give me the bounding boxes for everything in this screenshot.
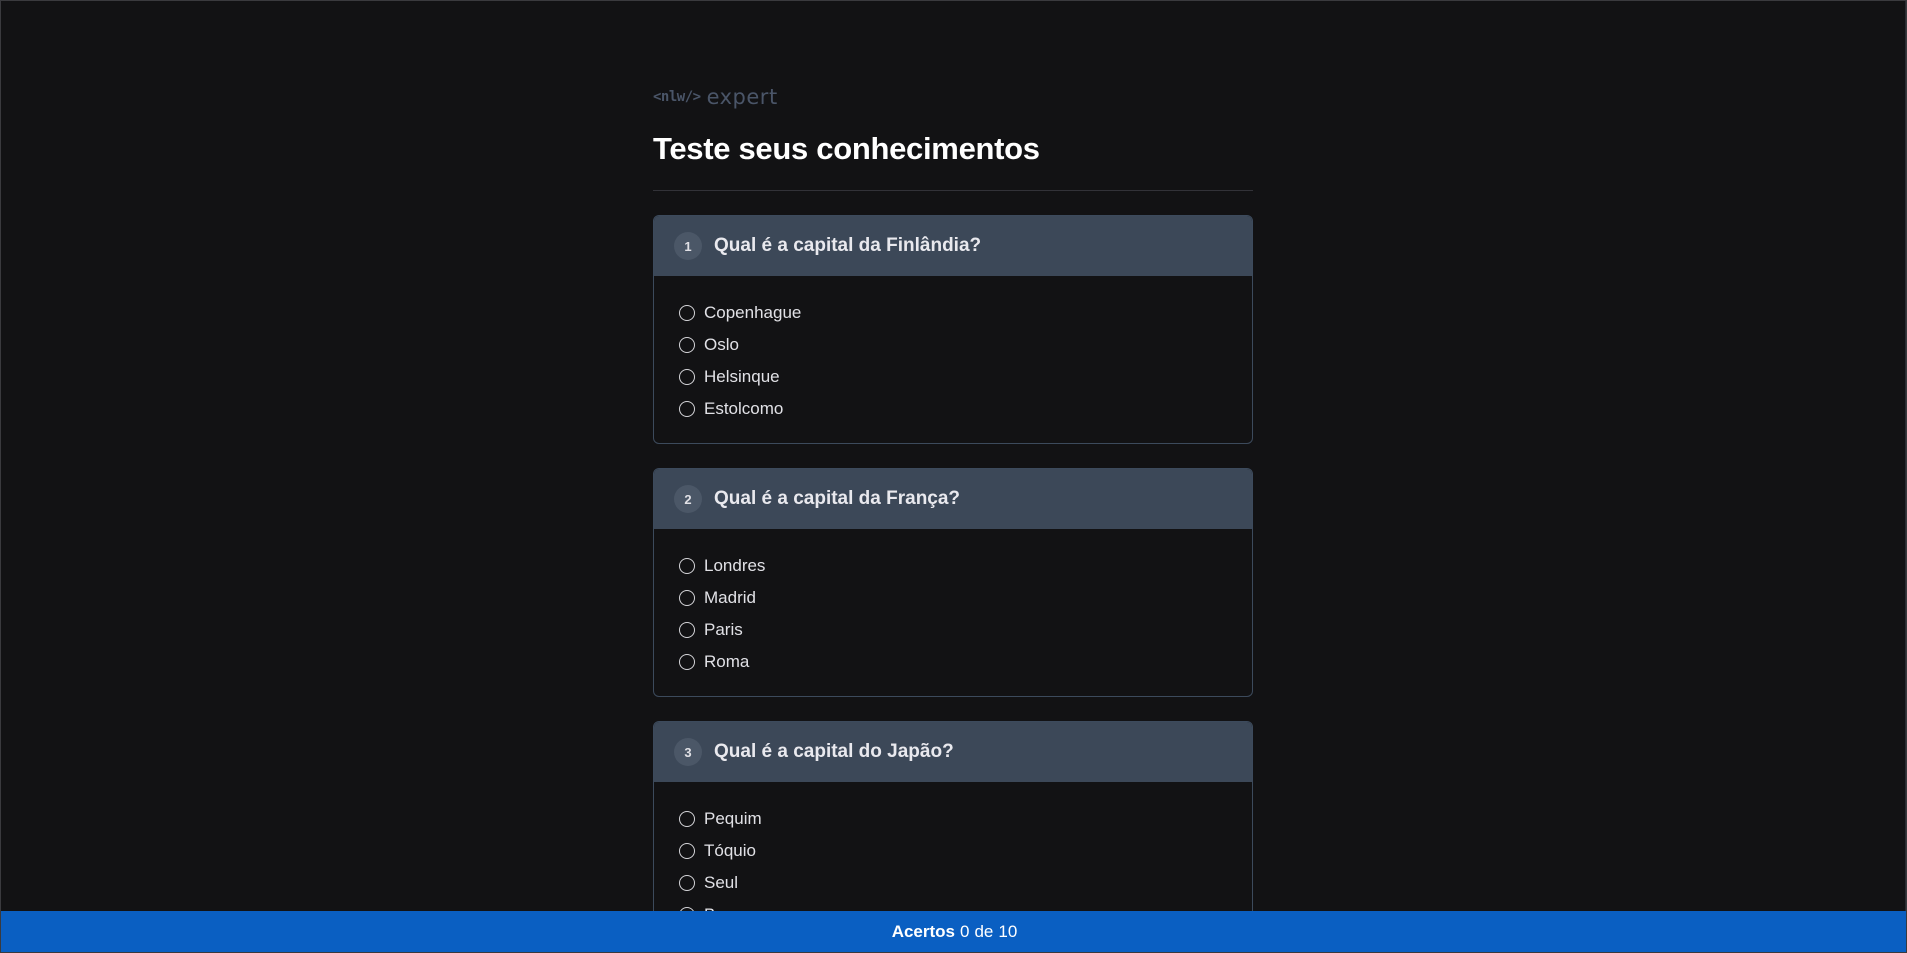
answer-label[interactable]: Roma [704,652,749,672]
score-correct: 0 [960,921,970,941]
logo-word-text: expert [706,85,778,109]
answer-label[interactable]: Tóquio [704,841,756,861]
answer-label[interactable]: Paris [704,620,743,640]
question-header: 3 Qual é a capital do Japão? [654,722,1252,782]
question-card: 1 Qual é a capital da Finlândia? Copenha… [653,215,1253,444]
answer-options: Copenhague Oslo Helsinque Estolcomo [654,276,1252,443]
answer-options: Londres Madrid Paris Roma [654,529,1252,696]
answer-option[interactable]: Londres [679,550,1227,582]
answer-option[interactable]: Madrid [679,582,1227,614]
quiz-main: <nlw/> expert Teste seus conhecimentos 1… [653,1,1253,952]
radio-button[interactable] [679,369,695,385]
answer-option[interactable]: Roma [679,646,1227,678]
answer-label[interactable]: Copenhague [704,303,801,323]
answer-label[interactable]: Helsinque [704,367,780,387]
radio-button[interactable] [679,558,695,574]
question-title: Qual é a capital da Finlândia? [714,235,982,256]
question-title: Qual é a capital da França? [714,488,961,509]
answer-label[interactable]: Estolcomo [704,399,783,419]
radio-button[interactable] [679,843,695,859]
answer-option[interactable]: Pequim [679,803,1227,835]
nlw-expert-logo: <nlw/> expert [653,85,1253,109]
answer-option[interactable]: Oslo [679,329,1227,361]
answer-option[interactable]: Paris [679,614,1227,646]
answer-option[interactable]: Seul [679,867,1227,899]
question-number-badge: 3 [674,738,702,766]
answer-label[interactable]: Oslo [704,335,739,355]
answer-label[interactable]: Pequim [704,809,762,829]
answer-option[interactable]: Tóquio [679,835,1227,867]
answer-label[interactable]: Seul [704,873,738,893]
page-title: Teste seus conhecimentos [653,131,1040,166]
logo-code-text: <nlw/> [653,89,701,105]
radio-button[interactable] [679,811,695,827]
score-separator: de [974,921,994,941]
answer-option[interactable]: Estolcomo [679,393,1227,425]
answer-option[interactable]: Helsinque [679,361,1227,393]
question-title: Qual é a capital do Japão? [714,741,954,762]
score-total: 10 [998,921,1018,941]
question-card: 2 Qual é a capital da França? Londres Ma… [653,468,1253,697]
question-header: 1 Qual é a capital da Finlândia? [654,216,1252,276]
score-label: Acertos [891,921,955,941]
radio-button[interactable] [679,622,695,638]
radio-button[interactable] [679,305,695,321]
radio-button[interactable] [679,401,695,417]
radio-button[interactable] [679,337,695,353]
answer-option[interactable]: Copenhague [679,297,1227,329]
page: <nlw/> expert Teste seus conhecimentos 1… [0,0,1907,953]
question-number-badge: 1 [674,232,702,260]
score-bar: Acertos 0 de 10 [1,911,1906,952]
answer-label[interactable]: Londres [704,556,765,576]
answer-label[interactable]: Madrid [704,588,756,608]
question-number-badge: 2 [674,485,702,513]
title-divider [653,190,1253,191]
scrollbar[interactable] [1905,1,1906,913]
radio-button[interactable] [679,875,695,891]
question-list: 1 Qual é a capital da Finlândia? Copenha… [653,215,1253,950]
question-header: 2 Qual é a capital da França? [654,469,1252,529]
radio-button[interactable] [679,654,695,670]
radio-button[interactable] [679,590,695,606]
